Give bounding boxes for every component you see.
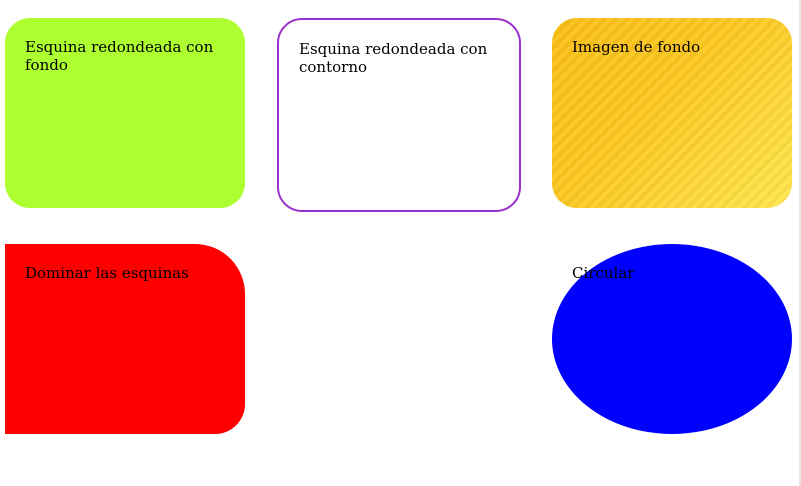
circular-box: Circular <box>552 244 792 434</box>
corner-control-label: Dominar las esquinas <box>25 264 189 282</box>
circular-label: Circular <box>572 264 635 282</box>
rounded-border-box: Esquina redondeada con contorno <box>277 18 521 212</box>
background-image-box: Imagen de fondo <box>552 18 792 208</box>
rounded-background-box: Esquina redondeada con fondo <box>5 18 245 208</box>
corner-control-box: Dominar las esquinas <box>5 244 245 434</box>
rounded-background-label: Esquina redondeada con fondo <box>25 38 214 74</box>
rounded-border-label: Esquina redondeada con contorno <box>299 40 488 76</box>
background-image-label: Imagen de fondo <box>572 38 701 56</box>
